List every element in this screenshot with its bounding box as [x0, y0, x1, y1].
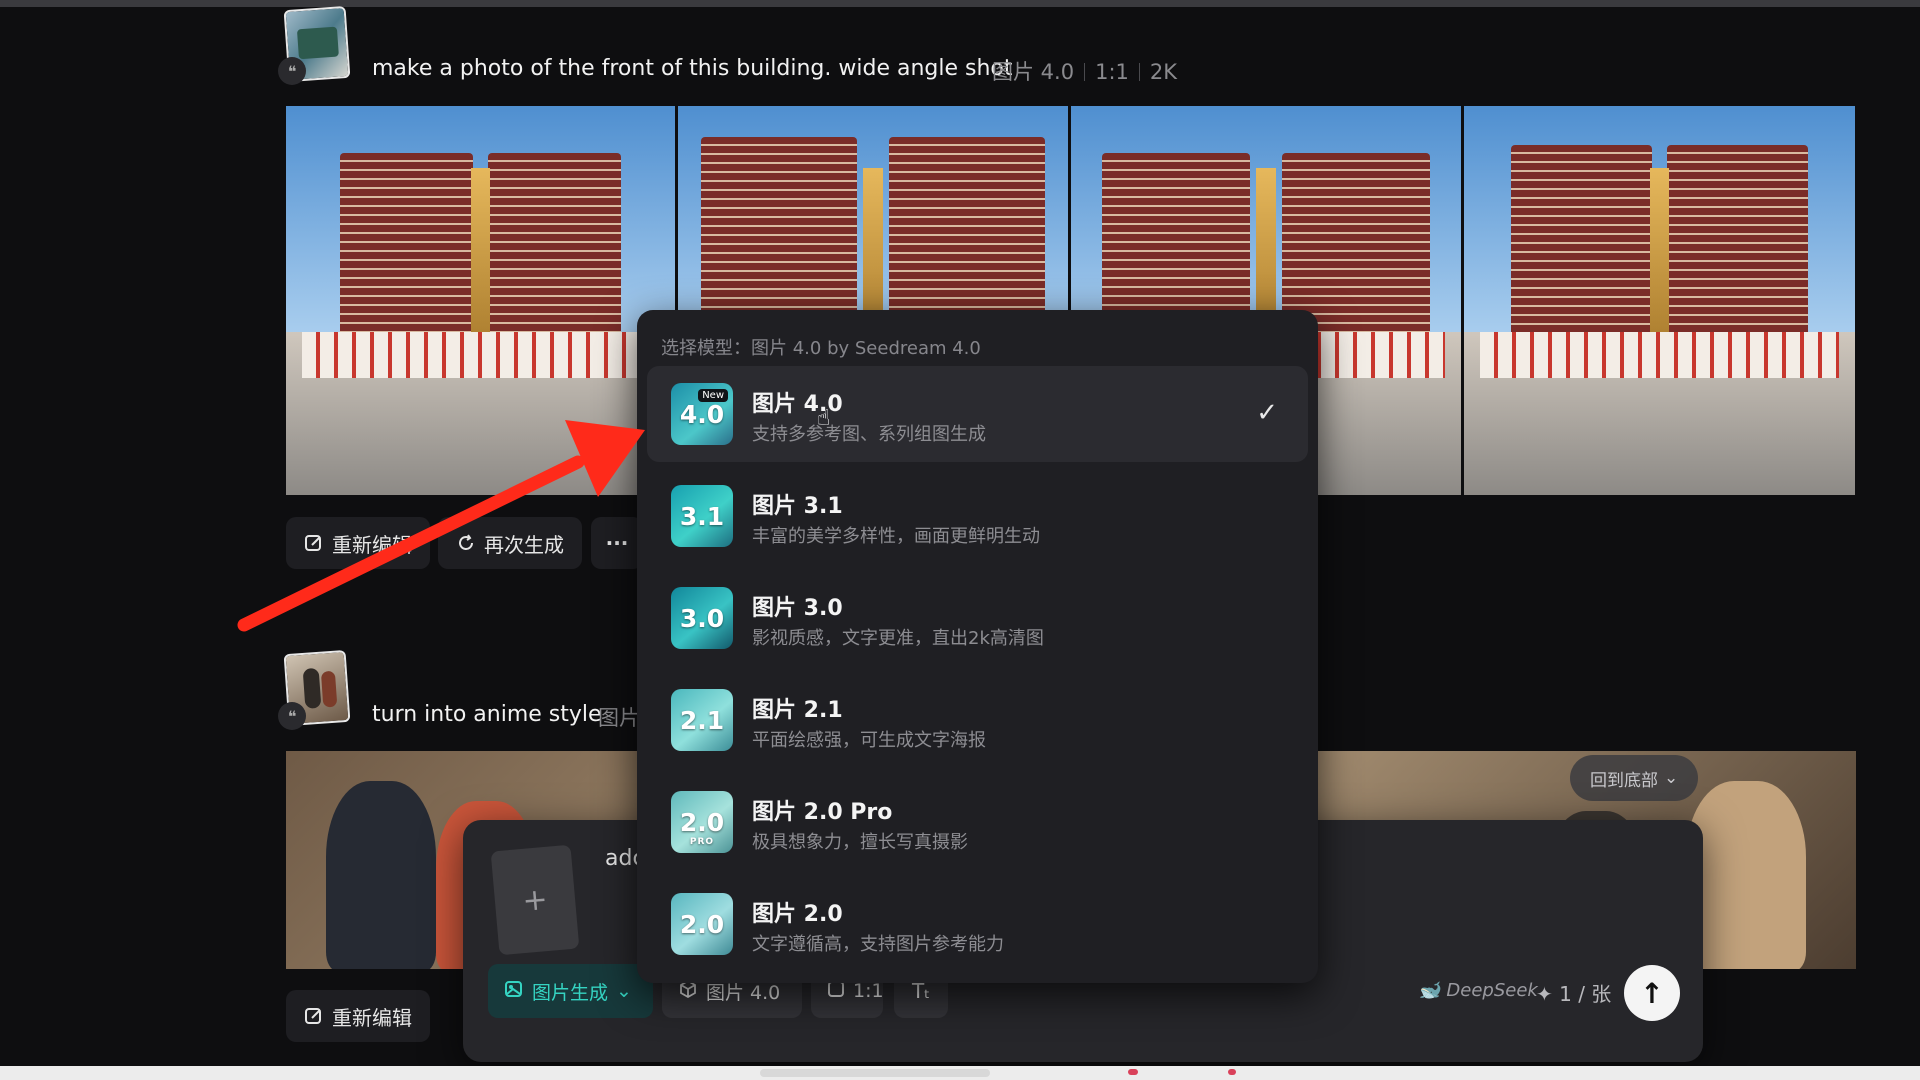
- plus-icon: +: [520, 881, 550, 919]
- deepseek-label: DeepSeek: [1446, 980, 1538, 1001]
- model-desc: 极具想象力，擅长写真摄影: [752, 832, 968, 853]
- quote-icon: ❝: [278, 57, 306, 85]
- prompt-text: make a photo of the front of this buildi…: [372, 56, 1013, 81]
- model-icon-text: 4.0: [679, 399, 725, 429]
- dropdown-header: 选择模型：图片 4.0 by Seedream 4.0: [661, 338, 981, 359]
- credits-cost: ✦ 1 / 张: [1536, 978, 1611, 1007]
- image-gen-icon: [504, 979, 524, 1004]
- chevron-down-icon: ⌄: [1664, 768, 1679, 788]
- recording-indicator: [1228, 1069, 1236, 1075]
- whale-icon: 🐋: [1418, 980, 1441, 1001]
- model-option-3-1[interactable]: 3.1 图片 3.1 丰富的美学多样性，画面更鲜明生动: [647, 468, 1308, 564]
- prompt-meta: 图片: [598, 706, 640, 730]
- prompt-meta: 图片 4.0 1:1 2K: [992, 56, 1177, 86]
- mode-selector[interactable]: 图片生成 ⌄: [488, 964, 653, 1018]
- model-3-1-icon: 3.1: [671, 485, 733, 547]
- refresh-icon: [456, 533, 476, 553]
- prompt-text: turn into anime style: [372, 702, 602, 727]
- model-2-0-pro-icon: 2.0 PRO: [671, 791, 733, 853]
- model-4-0-icon: 4.0 New: [671, 383, 733, 445]
- upload-reference-button[interactable]: +: [490, 844, 580, 956]
- model-desc: 支持多参考图、系列组图生成: [752, 424, 986, 445]
- regenerate-label: 再次生成: [484, 532, 564, 557]
- model-desc: 文字遵循高，支持图片参考能力: [752, 934, 1004, 955]
- model-desc: 丰富的美学多样性，画面更鲜明生动: [752, 526, 1040, 547]
- model-desc: 影视质感，文字更准，直出2k高清图: [752, 628, 1044, 649]
- model-dropdown: 选择模型：图片 4.0 by Seedream 4.0 4.0 New 图片 4…: [637, 310, 1318, 983]
- new-badge: New: [698, 389, 728, 402]
- model-name: 图片 3.1: [752, 494, 843, 519]
- meta-divider: [1084, 63, 1086, 81]
- edit-icon: [304, 533, 324, 553]
- arrow-up-icon: ↑: [1640, 976, 1664, 1010]
- chevron-down-icon: ⌄: [616, 980, 632, 1002]
- reedit-label: 重新编辑: [332, 1005, 412, 1030]
- model-icon-text: 3.1: [679, 501, 725, 531]
- model-icon-text: 2.1: [679, 705, 725, 735]
- reedit-label: 重新编辑: [332, 532, 412, 557]
- check-icon: ✓: [1256, 398, 1278, 428]
- deepseek-toggle[interactable]: 🐋 DeepSeek: [1418, 980, 1538, 1001]
- generated-image-4[interactable]: [1464, 106, 1855, 495]
- quote-icon: ❝: [278, 702, 306, 730]
- model-option-2-0-pro[interactable]: 2.0 PRO 图片 2.0 Pro 极具想象力，擅长写真摄影: [647, 774, 1308, 870]
- browser-tab-strip: [760, 1069, 990, 1077]
- aspect-ratio-label: 1:1: [853, 980, 884, 1002]
- browser-bottom-bar: [0, 1066, 1920, 1080]
- model-name: 图片 3.0: [752, 596, 843, 621]
- model-icon-text: 2.0: [679, 909, 725, 939]
- more-options-button[interactable]: ···: [591, 517, 643, 569]
- regenerate-button[interactable]: 再次生成: [438, 517, 582, 569]
- edit-icon: [304, 1006, 324, 1026]
- model-desc: 平面绘感强，可生成文字海报: [752, 730, 986, 751]
- reedit-button[interactable]: 重新编辑: [286, 517, 430, 569]
- model-2-1-icon: 2.1: [671, 689, 733, 751]
- sparkle-icon: ✦: [1536, 982, 1560, 1006]
- model-2-0-icon: 2.0: [671, 893, 733, 955]
- reedit-button[interactable]: 重新编辑: [286, 990, 430, 1042]
- model-icon-text: 2.0: [679, 807, 725, 837]
- more-icon: ···: [605, 531, 629, 555]
- pro-badge: PRO: [689, 837, 715, 847]
- model-name: 图片 2.0 Pro: [752, 800, 893, 825]
- model-icon-text: 3.0: [679, 603, 725, 633]
- meta-ratio: 1:1: [1095, 60, 1129, 84]
- meta-divider: [1138, 63, 1140, 81]
- model-option-4-0[interactable]: 4.0 New 图片 4.0 支持多参考图、系列组图生成 ✓ ☝: [647, 366, 1308, 462]
- model-option-3-0[interactable]: 3.0 图片 3.0 影视质感，文字更准，直出2k高清图: [647, 570, 1308, 666]
- mode-label: 图片生成: [532, 981, 609, 1004]
- credits-label: 1 / 张: [1559, 982, 1612, 1006]
- scroll-to-bottom-label: 回到底部: [1590, 770, 1658, 791]
- generated-image-1[interactable]: [286, 106, 675, 495]
- model-option-2-0[interactable]: 2.0 图片 2.0 文字遵循高，支持图片参考能力: [647, 876, 1308, 972]
- scroll-to-bottom-button[interactable]: 回到底部 ⌄: [1570, 755, 1699, 801]
- pointer-cursor-icon: ☝: [817, 406, 831, 431]
- model-name: 图片 2.0: [752, 902, 843, 927]
- meta-model: 图片 4.0: [992, 60, 1075, 84]
- model-3-0-icon: 3.0: [671, 587, 733, 649]
- model-name: 图片 2.1: [752, 698, 843, 723]
- meta-resolution: 2K: [1149, 60, 1178, 84]
- model-option-2-1[interactable]: 2.1 图片 2.1 平面绘感强，可生成文字海报: [647, 672, 1308, 768]
- send-button[interactable]: ↑: [1624, 965, 1680, 1021]
- recording-indicator: [1128, 1069, 1138, 1075]
- window-top-bar: [0, 0, 1920, 7]
